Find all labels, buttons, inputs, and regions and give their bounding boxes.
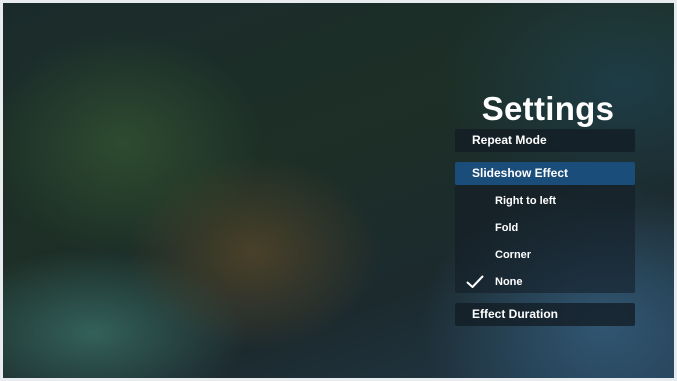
menu-item-effect-duration[interactable]: Effect Duration [455,303,635,326]
screen-background: Settings Repeat Mode Slideshow Effect Ri… [3,3,674,378]
option-label: Fold [495,222,519,234]
menu-item-slideshow-effect[interactable]: Slideshow Effect [455,162,635,185]
option-label: Right to left [495,195,557,207]
checkmark-icon [466,275,484,288]
option-fold[interactable]: Fold [455,216,635,240]
page-title: Settings [481,90,615,127]
option-right-to-left[interactable]: Right to left [455,189,635,213]
option-corner[interactable]: Corner [455,243,635,267]
option-label: Corner [495,249,532,261]
menu-item-repeat-mode[interactable]: Repeat Mode [455,129,635,152]
slideshow-effect-options: Right to left Fold Corner None [455,185,635,293]
option-label: None [495,276,523,288]
option-none[interactable]: None [455,270,635,294]
